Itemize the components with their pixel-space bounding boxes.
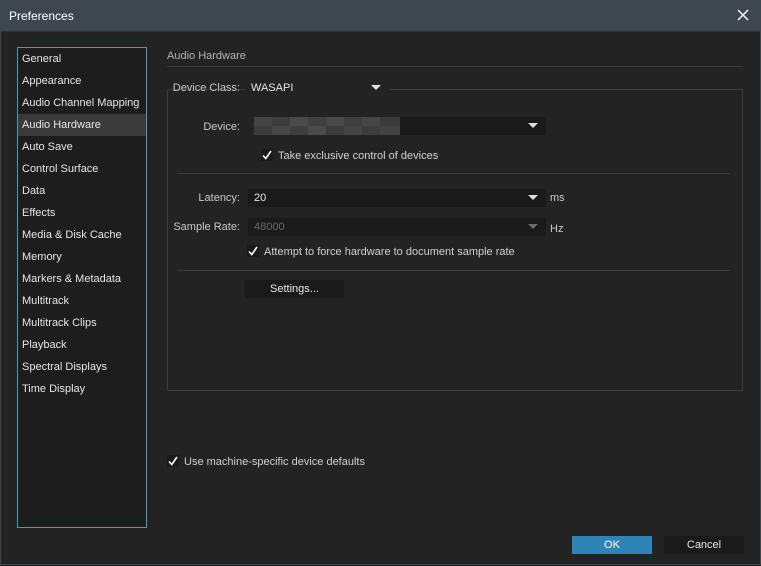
title-bar: Preferences [0,0,761,32]
machine-defaults-label: Use machine-specific device defaults [184,456,365,468]
sidebar-item-label: Playback [22,339,67,351]
chevron-down-icon [528,123,538,128]
divider [177,173,730,174]
sidebar-item-label: Markers & Metadata [22,273,122,285]
sidebar-item-label: Spectral Displays [22,361,107,373]
sidebar-item-label: Audio Hardware [22,119,101,131]
sidebar-item-label: Control Surface [22,163,99,175]
sidebar-item-label: General [22,53,62,65]
sidebar-item-multitrack[interactable]: Multitrack [18,290,146,312]
sidebar-item-label: Memory [22,251,62,263]
sidebar-item-appearance[interactable]: Appearance [18,70,146,92]
sidebar-item-audio-channel-mapping[interactable]: Audio Channel Mapping [18,92,146,114]
chevron-down-icon [371,85,381,90]
force-sample-rate-checkbox[interactable] [247,245,259,257]
sidebar-item-label: Appearance [22,75,82,87]
sidebar-item-label: Media & Disk Cache [22,229,122,241]
sidebar-item-label: Multitrack [22,295,70,307]
sample-rate-label: Sample Rate: [173,221,240,233]
checkmark-icon [168,456,178,466]
machine-defaults-checkbox[interactable] [167,455,179,467]
device-class-dropdown[interactable]: WASAPI [245,79,389,97]
force-sample-rate-label: Attempt to force hardware to document sa… [264,246,515,258]
sidebar-item-label: Time Display [22,383,86,395]
sidebar-item-memory[interactable]: Memory [18,246,146,268]
window-title: Preferences [9,9,74,23]
device-class-value: WASAPI [251,82,294,94]
ok-button[interactable]: OK [572,536,652,554]
sample-rate-unit: Hz [550,223,564,235]
sidebar-item-label: Audio Channel Mapping [22,97,140,109]
sidebar-item-general[interactable]: General [18,48,146,70]
sidebar-item-effects[interactable]: Effects [18,202,146,224]
device-class-label: Device Class: [172,82,240,94]
latency-unit: ms [550,192,565,204]
exclusive-control-checkbox[interactable] [261,149,273,161]
section-title: Audio Hardware [167,50,246,62]
sidebar-item-auto-save[interactable]: Auto Save [18,136,146,158]
checkmark-icon [262,150,272,160]
sidebar-item-label: Effects [22,207,56,219]
sidebar-item-audio-hardware[interactable]: Audio Hardware [18,114,146,136]
sidebar-item-markers-metadata[interactable]: Markers & Metadata [18,268,146,290]
sidebar-item-label: Data [22,185,46,197]
sidebar-item-multitrack-clips[interactable]: Multitrack Clips [18,312,146,334]
sidebar-item-label: Multitrack Clips [22,317,97,329]
device-label: Device: [203,121,240,133]
sidebar-item-data[interactable]: Data [18,180,146,202]
divider [177,270,730,271]
redacted-device-name [254,117,400,135]
sidebar-item-media-disk-cache[interactable]: Media & Disk Cache [18,224,146,246]
sample-rate-value: 48000 [254,221,285,233]
sidebar-item-time-display[interactable]: Time Display [18,378,146,400]
sidebar-item-playback[interactable]: Playback [18,334,146,356]
checkmark-icon [248,246,258,256]
chevron-down-icon [528,195,538,200]
chevron-down-icon [528,224,538,229]
settings-button[interactable]: Settings... [245,280,344,298]
cancel-button[interactable]: Cancel [664,536,744,554]
sidebar-item-control-surface[interactable]: Control Surface [18,158,146,180]
close-icon[interactable] [734,6,752,24]
section-divider [167,66,743,67]
latency-dropdown[interactable]: 20 [248,189,546,207]
preferences-category-list: General Appearance Audio Channel Mapping… [17,47,147,528]
sample-rate-dropdown[interactable]: 48000 [248,218,546,236]
exclusive-control-label: Take exclusive control of devices [278,150,439,162]
latency-value: 20 [254,192,267,204]
latency-label: Latency: [198,192,240,204]
sidebar-item-spectral-displays[interactable]: Spectral Displays [18,356,146,378]
sidebar-item-label: Auto Save [22,141,73,153]
